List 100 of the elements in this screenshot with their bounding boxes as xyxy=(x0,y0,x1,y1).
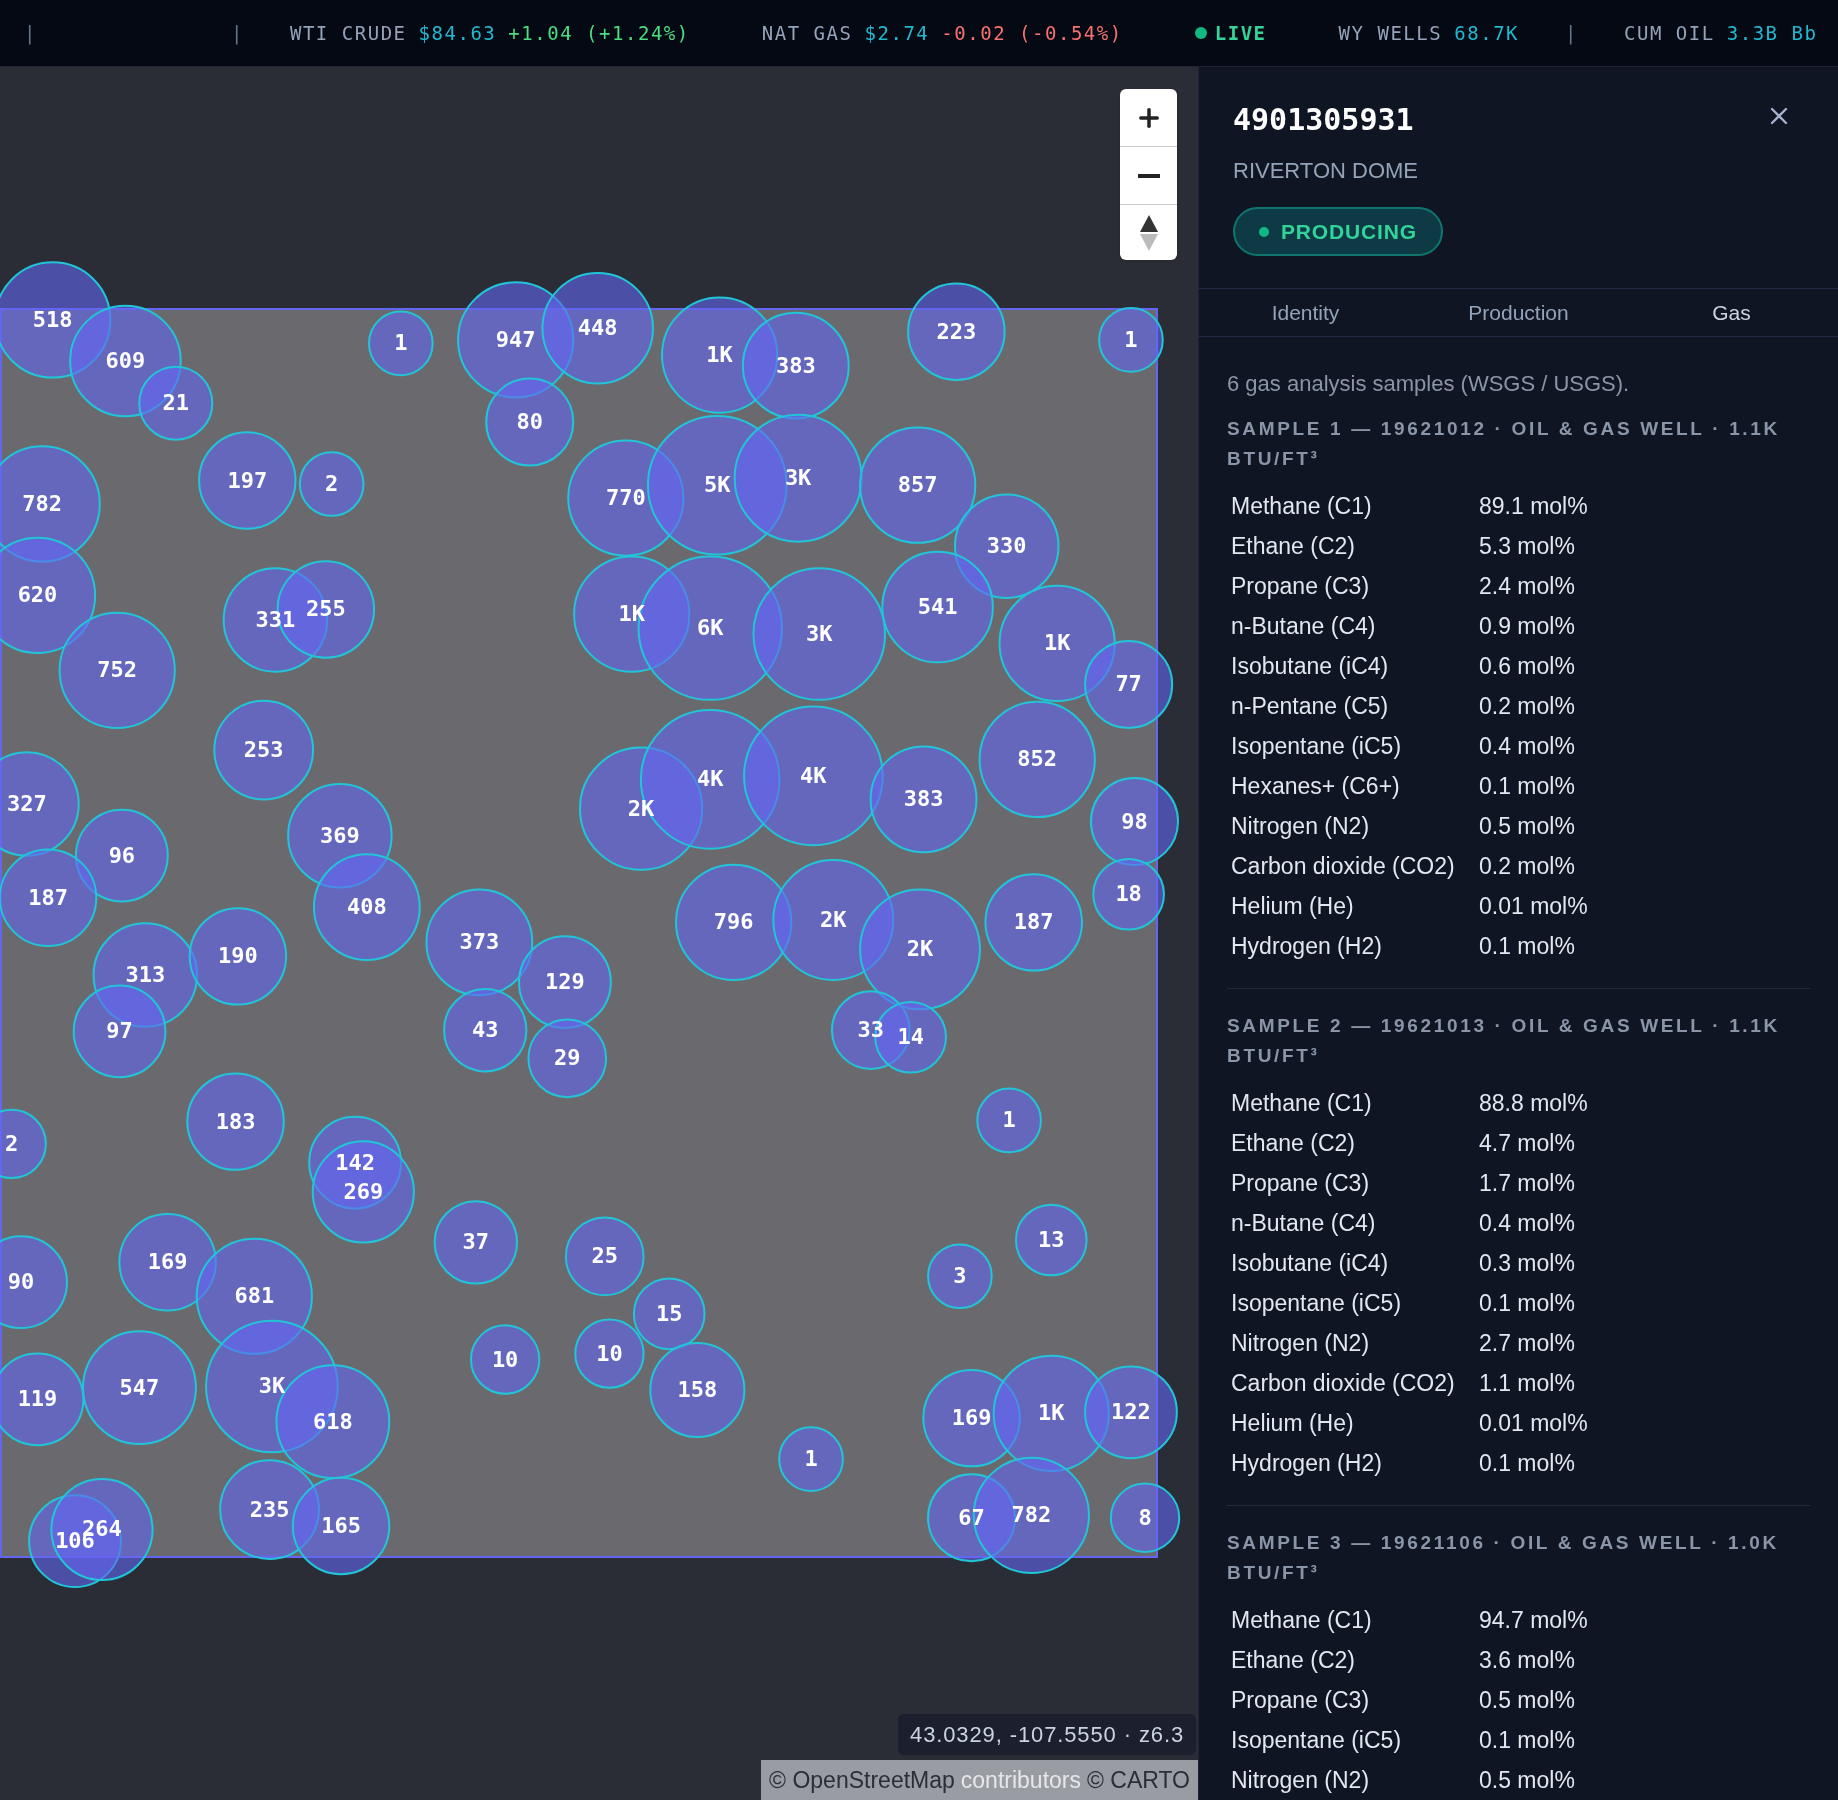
cluster-count: 10 xyxy=(596,1342,623,1365)
sample-header: SAMPLE 1 — 19621012 · OIL & GAS WELL · 1.1K BTU/FT³ xyxy=(1227,417,1781,471)
cluster-count: 1 xyxy=(394,332,408,355)
component-name: Hydrogen (H2) xyxy=(1231,1448,1383,1478)
component-value: 0.2 mol% xyxy=(1479,691,1575,721)
cluster-count: 1 xyxy=(804,1448,818,1471)
component-name: n-Butane (C4) xyxy=(1231,1208,1377,1238)
component-name: Propane (C3) xyxy=(1231,1685,1371,1715)
cluster-count: 3K xyxy=(805,623,833,646)
attribution-link[interactable]: © OpenStreetMap xyxy=(769,1762,955,1798)
cluster-circle[interactable] xyxy=(1084,1365,1178,1460)
cluster-count: 782 xyxy=(22,492,63,515)
cluster-count: 313 xyxy=(125,964,166,987)
ticker-label: CUM OIL xyxy=(1624,20,1715,46)
cluster-circle[interactable] xyxy=(50,1477,154,1582)
component-name: n-Pentane (C5) xyxy=(1231,691,1390,721)
cluster-count: 97 xyxy=(106,1020,133,1043)
cluster-count: 2 xyxy=(5,1132,19,1155)
cluster-count: 4K xyxy=(696,768,724,791)
component-name: Carbon dioxide (CO2) xyxy=(1231,1368,1456,1398)
cluster-count: 752 xyxy=(97,659,138,682)
component-value: 0.4 mol% xyxy=(1479,731,1575,761)
cluster-count: 158 xyxy=(677,1379,718,1401)
cluster-circle[interactable] xyxy=(907,282,1006,381)
cluster-count: 620 xyxy=(17,584,58,607)
component-name: Propane (C3) xyxy=(1231,571,1371,601)
cluster-count: 8 xyxy=(1138,1506,1152,1529)
component-name: Isobutane (iC4) xyxy=(1231,651,1390,681)
cluster-count: 2K xyxy=(820,909,847,931)
cluster-count: 77 xyxy=(1115,673,1142,696)
cluster-count: 98 xyxy=(1121,810,1148,833)
component-name: n-Butane (C4) xyxy=(1231,611,1377,641)
cluster-count: 37 xyxy=(462,1231,490,1254)
component-value: 0.5 mol% xyxy=(1479,811,1575,841)
component-name: Hydrogen (H2) xyxy=(1231,931,1383,961)
cluster-count: 96 xyxy=(108,844,136,867)
cluster-count: 235 xyxy=(249,1498,290,1521)
component-value: 0.5 mol% xyxy=(1479,1765,1575,1795)
component-value: 5.3 mol% xyxy=(1479,531,1575,561)
cluster-count: 857 xyxy=(897,474,938,497)
cluster-circle[interactable] xyxy=(1092,857,1165,931)
cluster-count: 80 xyxy=(516,410,543,433)
component-name: Methane (C1) xyxy=(1231,1605,1373,1635)
cluster-count: 3 xyxy=(953,1265,967,1288)
component-name: Isopentane (iC5) xyxy=(1231,731,1403,761)
cluster-count: 770 xyxy=(605,487,646,510)
cluster-count: 15 xyxy=(655,1302,683,1325)
cluster-count: 5K xyxy=(704,474,731,497)
panel-tab[interactable]: Production xyxy=(1412,289,1625,336)
cluster-circle[interactable] xyxy=(541,271,654,385)
ticker-label: WY WELLS xyxy=(1338,20,1443,46)
cluster-count: 43 xyxy=(471,1019,499,1042)
component-name: Nitrogen (N2) xyxy=(1231,1765,1371,1795)
cluster-count: 3K xyxy=(258,1375,286,1398)
cluster-count: 448 xyxy=(577,317,618,340)
compass-icon xyxy=(1139,214,1158,251)
component-value: 0.1 mol% xyxy=(1479,1448,1575,1478)
ticker-separator: | xyxy=(1565,21,1578,44)
component-value: 1.7 mol% xyxy=(1479,1168,1575,1198)
cluster-count: 383 xyxy=(775,354,816,377)
map[interactable] xyxy=(0,67,1198,1800)
cluster-count: 25 xyxy=(591,1245,618,1268)
component-value: 0.1 mol% xyxy=(1479,1725,1575,1755)
cluster-count: 681 xyxy=(234,1285,275,1308)
component-name: Nitrogen (N2) xyxy=(1231,1328,1371,1358)
cluster-count: 119 xyxy=(17,1388,58,1411)
panel-tab[interactable]: Identity xyxy=(1199,289,1412,336)
cluster-count: 796 xyxy=(713,911,754,934)
component-value: 2.7 mol% xyxy=(1479,1328,1575,1358)
cluster-count: 90 xyxy=(7,1271,35,1294)
attribution-link[interactable]: © CARTO xyxy=(1087,1762,1190,1798)
cluster-count: 18 xyxy=(1115,883,1142,906)
component-value: 0.3 mol% xyxy=(1479,1248,1575,1278)
cluster-count: 2K xyxy=(906,938,934,961)
ticker-label: WTI CRUDE xyxy=(289,20,407,46)
component-value: 4.7 mol% xyxy=(1479,1128,1575,1158)
component-value: 0.9 mol% xyxy=(1479,611,1575,641)
component-name: Isopentane (iC5) xyxy=(1231,1288,1403,1318)
cluster-count: 190 xyxy=(218,945,258,968)
cluster-count: 142 xyxy=(335,1151,375,1174)
cluster-circle[interactable] xyxy=(1089,777,1180,867)
ticker-label: NAT GAS xyxy=(761,20,853,46)
cluster-circle[interactable] xyxy=(1084,639,1174,729)
component-value: 94.7 mol% xyxy=(1479,1605,1588,1635)
panel-tab[interactable]: Gas xyxy=(1625,289,1838,336)
component-name: Methane (C1) xyxy=(1231,491,1373,521)
component-name: Nitrogen (N2) xyxy=(1231,811,1371,841)
cluster-count: 327 xyxy=(7,793,47,815)
cluster-count: 187 xyxy=(1013,911,1054,934)
cluster-count: 3K xyxy=(784,467,812,490)
cluster-circle[interactable] xyxy=(1109,1482,1181,1553)
cluster-circle[interactable] xyxy=(291,1476,391,1576)
cluster-circle[interactable] xyxy=(1098,307,1164,373)
cluster-count: 14 xyxy=(897,1026,924,1049)
ticker-price: $2.74 xyxy=(864,20,930,46)
component-name: Carbon dioxide (CO2) xyxy=(1231,851,1456,881)
cluster-count: 1 xyxy=(1124,328,1138,351)
component-value: 0.1 mol% xyxy=(1479,771,1575,801)
attribution-text: contributors xyxy=(960,1765,1081,1795)
ticker-change: +1.04 (+1.24%) xyxy=(508,20,690,46)
